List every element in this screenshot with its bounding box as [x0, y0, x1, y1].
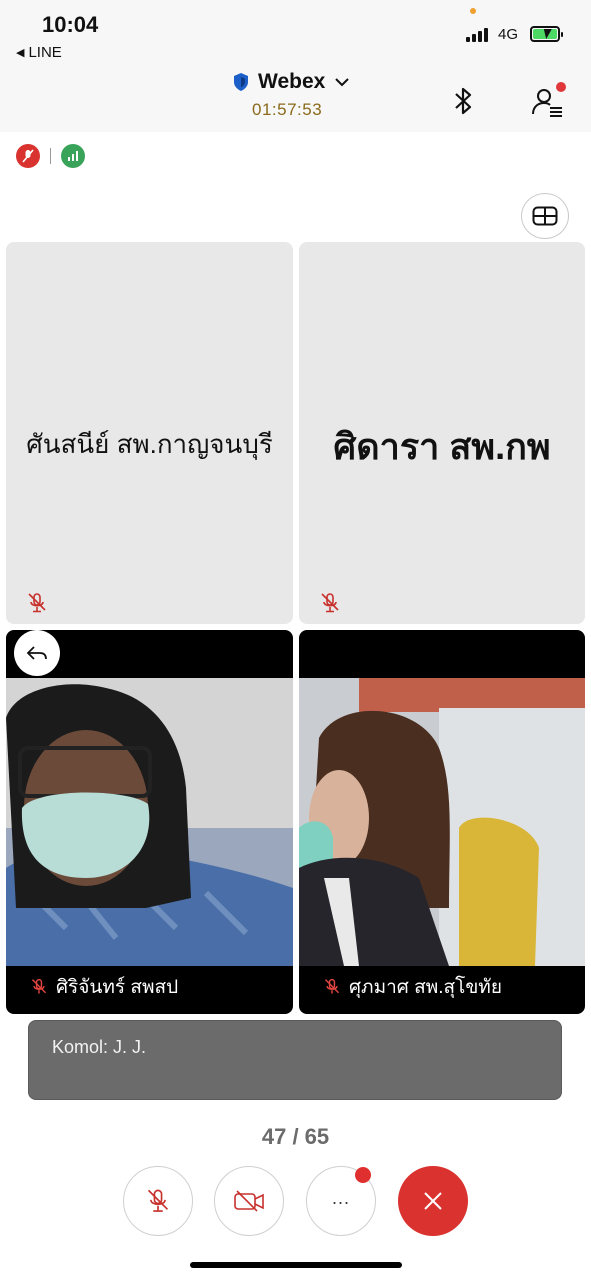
more-icon: ... [331, 1187, 350, 1208]
notification-badge [355, 1167, 371, 1183]
mic-muted-icon [324, 978, 340, 994]
mic-muted-icon [147, 1189, 169, 1212]
meeting-header: Webex 01:57:53 [0, 64, 591, 132]
participant-name: ศุภมาศ สพ.สุโขทัย [349, 977, 502, 998]
close-icon [424, 1192, 442, 1210]
participant-name: ศิริจันทร์ สพสป [56, 977, 179, 998]
page-counter: 47 / 65 [261, 1124, 330, 1149]
back-arrow-icon: ◀ [16, 47, 25, 59]
participant-video [299, 678, 585, 966]
grid-layout-icon [532, 206, 558, 226]
status-time: 10:04 [42, 12, 99, 37]
back-app-label: LINE [28, 44, 62, 61]
participant-name-label: ศิริจันทร์ สพสป [20, 970, 189, 1004]
participant-name: ศิดารา สพ.กพ [333, 426, 551, 467]
home-indicator[interactable] [190, 1262, 402, 1268]
status-indicators [16, 144, 85, 168]
notification-badge [556, 82, 566, 92]
meeting-title-dropdown[interactable]: Webex [232, 70, 350, 94]
status-bar: 10:04 ◀ LINE 4G [0, 0, 591, 64]
chevron-down-icon [335, 78, 350, 87]
participant-name-label: ศุภมาศ สพ.สุโขทัย [313, 970, 512, 1004]
video-off-icon [234, 1190, 264, 1212]
mic-muted-icon [31, 978, 47, 994]
mic-muted-icon [16, 144, 40, 168]
network-type: 4G [498, 26, 519, 43]
unmute-button[interactable] [123, 1166, 193, 1236]
video-frame [299, 678, 585, 966]
start-video-button[interactable] [214, 1166, 284, 1236]
reply-arrow-icon [26, 646, 47, 660]
participant-tile[interactable]: ศันสนีย์ สพ.กาญจนบุรี [6, 242, 293, 624]
meeting-title: Webex [258, 70, 326, 93]
cellular-signal-icon [466, 28, 488, 42]
chat-message-text: Komol: J. J. [52, 1037, 147, 1057]
divider [50, 148, 51, 164]
leave-meeting-button[interactable] [398, 1166, 468, 1236]
layout-toggle-button[interactable] [521, 193, 569, 239]
network-quality-icon [61, 144, 85, 168]
video-frame [6, 678, 293, 966]
shield-icon [234, 73, 248, 91]
participant-tile[interactable]: ศิดารา สพ.กพ [299, 242, 585, 624]
privacy-indicator-icon [470, 8, 476, 14]
battery-charging-icon [530, 26, 563, 42]
back-button[interactable] [14, 630, 60, 676]
back-to-app-link[interactable]: ◀ LINE [16, 44, 62, 61]
more-options-button[interactable]: ... [306, 1166, 376, 1236]
mic-muted-icon [321, 593, 339, 613]
participant-video-tile[interactable]: ศิริจันทร์ สพสป [6, 630, 293, 1014]
meeting-timer: 01:57:53 [252, 100, 323, 119]
participants-button[interactable] [528, 82, 566, 120]
mic-muted-icon [28, 593, 46, 613]
participant-video [6, 678, 293, 966]
participant-name: ศันสนีย์ สพ.กาญจนบุรี [26, 429, 273, 459]
participant-video-tile[interactable]: ศุภมาศ สพ.สุโขทัย [299, 630, 585, 1014]
chat-message-bubble[interactable]: Komol: J. J. [28, 1020, 562, 1100]
bluetooth-icon[interactable] [450, 86, 476, 116]
